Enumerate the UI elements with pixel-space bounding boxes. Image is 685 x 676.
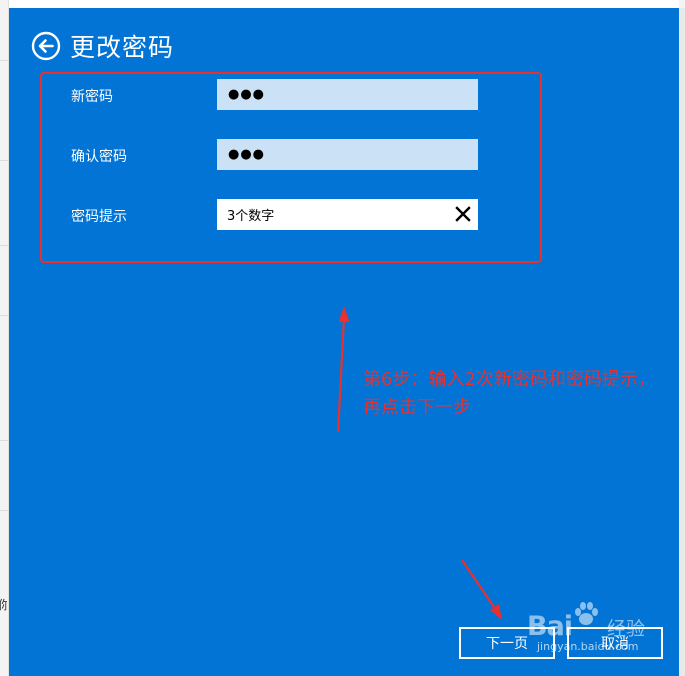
confirm-password-field[interactable]: ●●● (217, 139, 478, 170)
page-header: 更改密码 (31, 30, 174, 62)
confirm-password-value: ●●● (228, 147, 266, 162)
confirm-password-label: 确认密码 (71, 149, 127, 165)
background-divider (0, 245, 9, 246)
page-title: 更改密码 (70, 33, 175, 62)
close-x-icon[interactable] (455, 206, 471, 222)
background-divider (0, 315, 9, 316)
password-hint-label: 密码提示 (71, 209, 127, 225)
background-divider (0, 510, 9, 511)
new-password-label: 新密码 (71, 89, 113, 105)
back-arrow-icon[interactable] (31, 31, 61, 61)
cancel-button[interactable]: 取消 (567, 627, 663, 659)
background-divider (0, 60, 9, 61)
background-cut-text: 你 (0, 598, 7, 612)
password-hint-value: 3个数字 (227, 209, 275, 224)
new-password-field[interactable]: ●●● (217, 79, 478, 110)
password-hint-field[interactable]: 3个数字 (217, 199, 478, 230)
background-window-edge: 你 (0, 0, 9, 676)
new-password-value: ●●● (228, 87, 266, 102)
background-window-edge-right (679, 0, 685, 676)
step-annotation: 第6步：输入2次新密码和密码提示，再点击下一步 (363, 369, 656, 418)
background-divider (0, 160, 9, 161)
next-button[interactable]: 下一页 (459, 627, 555, 659)
background-divider (0, 440, 9, 441)
